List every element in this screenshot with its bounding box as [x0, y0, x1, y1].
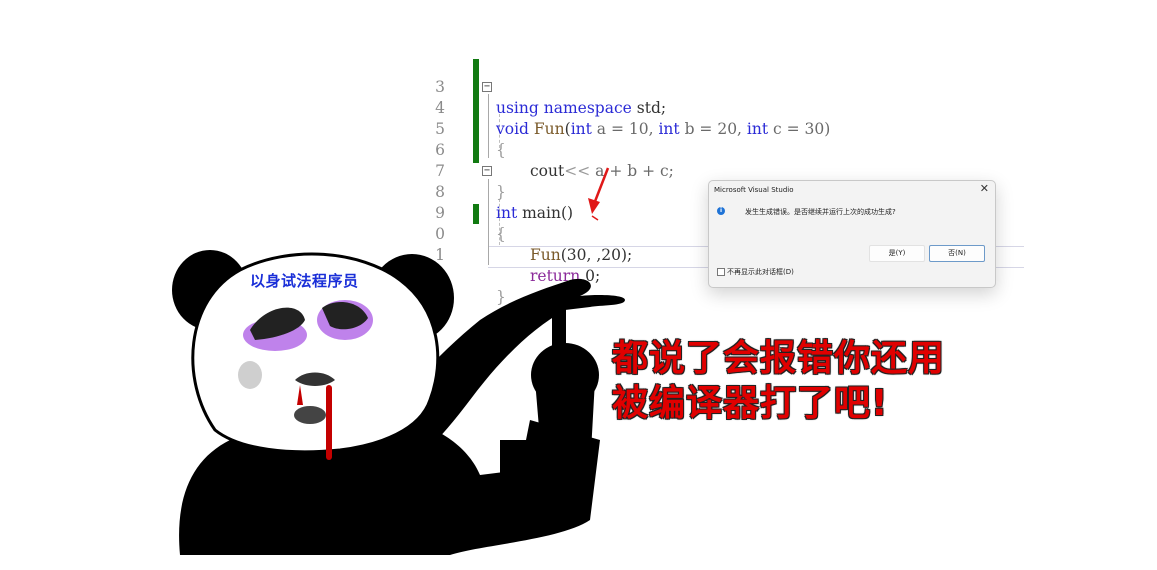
- code-line: 1 return 0;: [420, 224, 600, 285]
- blood-stream: [326, 385, 332, 460]
- eye-left: [250, 307, 305, 340]
- code-line: 7 }: [420, 140, 506, 201]
- build-error-dialog: Microsoft Visual Studio ✕ i 发生生成错误。是否继续并…: [708, 180, 996, 288]
- code-line: 3 using namespace std;: [420, 56, 666, 117]
- cheek-shade: [238, 361, 262, 389]
- code-line: 2 }: [420, 245, 506, 306]
- code-line: 4 void Fun(int a = 10, int b = 20, int c…: [420, 77, 830, 138]
- change-indicator-bar: [473, 59, 479, 163]
- function-name: Fun: [530, 246, 561, 264]
- caption-line-2: 被编译器打了吧!: [612, 383, 889, 424]
- mouth: [294, 406, 326, 424]
- code-line: 5 {: [420, 98, 506, 159]
- keyword: int: [570, 120, 592, 138]
- code-text: }: [496, 183, 506, 201]
- code-text: a = 10,: [591, 120, 659, 138]
- code-line: 8 int main(): [420, 161, 573, 222]
- scope-guide: [488, 94, 489, 158]
- code-text: }: [496, 288, 506, 306]
- code-line: 0 Fun(30, ,20);: [420, 203, 632, 264]
- change-indicator-bar: [473, 204, 479, 224]
- checkbox-box[interactable]: [717, 268, 725, 276]
- panda-arm-raised: [330, 278, 625, 490]
- code-text: {: [496, 141, 506, 159]
- dialog-message: 发生生成错误。是否继续并运行上次的成功生成?: [745, 208, 896, 216]
- eye-right: [322, 302, 368, 330]
- keyword: int: [746, 120, 769, 138]
- panda-hand-handle: [552, 300, 566, 350]
- meme-caption: 都说了会报错你还用 被编译器打了吧!: [612, 336, 945, 426]
- code-text: c = 30): [768, 120, 831, 138]
- function-name: Fun: [533, 120, 565, 138]
- keyword: int: [658, 120, 680, 138]
- code-line: 9 {: [420, 182, 506, 243]
- error-arrow-icon: [588, 167, 610, 221]
- panda-body: [179, 420, 601, 555]
- keyword: return: [530, 267, 581, 285]
- nose: [295, 372, 335, 386]
- identifier: cout: [530, 162, 565, 180]
- line-number: 2: [435, 267, 445, 285]
- code-text: std;: [631, 99, 667, 117]
- close-icon[interactable]: ✕: [980, 182, 989, 195]
- keyword: int: [496, 204, 518, 222]
- meme-tag-label: 以身试法程序员: [250, 272, 359, 290]
- panda-fist: [531, 343, 599, 407]
- collapse-toggle-icon[interactable]: −: [482, 82, 492, 92]
- no-button[interactable]: 否(N): [929, 245, 985, 262]
- yes-button[interactable]: 是(Y): [869, 245, 925, 262]
- code-text: 0;: [580, 267, 601, 285]
- bruise-right: [317, 300, 373, 340]
- code-text: main(): [517, 204, 574, 222]
- dialog-title: Microsoft Visual Studio: [714, 186, 794, 194]
- code-text: (30, ,20);: [560, 246, 633, 264]
- caption-line-1: 都说了会报错你还用: [612, 338, 946, 379]
- collapse-toggle-icon[interactable]: −: [482, 166, 492, 176]
- panda-ear-left: [172, 250, 248, 330]
- keyword: void: [496, 120, 529, 138]
- dont-show-again-checkbox[interactable]: 不再显示此对话框(D): [717, 267, 794, 277]
- checkbox-label: 不再显示此对话框(D): [727, 268, 794, 276]
- code-line: 6 cout<< a + b + c;: [420, 119, 674, 180]
- keyword: namespace: [543, 99, 632, 117]
- code-text: b = 20,: [679, 120, 747, 138]
- scope-guide: [488, 179, 489, 265]
- blood-drip: [297, 385, 303, 405]
- bruise-left: [243, 319, 307, 351]
- panda-forearm: [500, 380, 595, 480]
- keyword: using: [496, 99, 539, 117]
- code-text: {: [496, 225, 506, 243]
- info-icon: i: [717, 207, 725, 215]
